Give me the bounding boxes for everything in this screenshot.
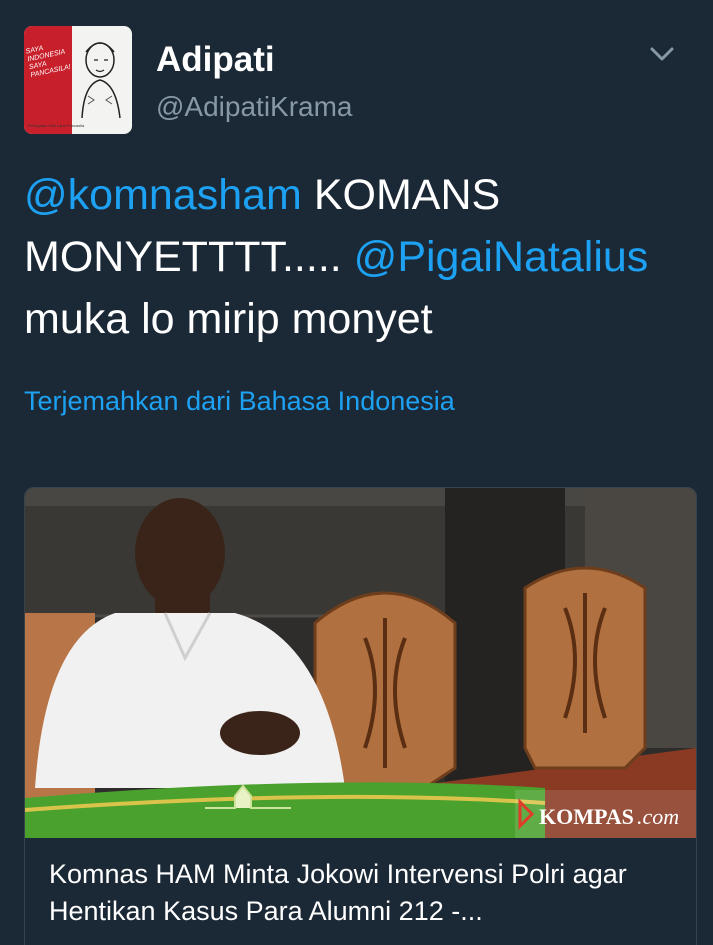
avatar-portrait-drawing [81, 42, 121, 119]
tweet-text-part-2: muka lo mirip monyet [24, 295, 433, 343]
watermark-suffix: .com [637, 804, 679, 829]
card-title[interactable]: Komnas HAM Minta Jokowi Intervensi Polri… [49, 856, 679, 930]
translate-link[interactable]: Terjemahkan dari Bahasa Indonesia [24, 386, 455, 417]
card-image[interactable]: KOMPAS .com [25, 488, 696, 838]
link-card[interactable]: KOMPAS .com Komnas HAM Minta Jokowi Inte… [24, 487, 697, 945]
avatar-caption: Peringatan Hari Lahir Pancasila [28, 123, 85, 128]
avatar[interactable]: SAYA INDONESIA SAYA PANCASILA! Peringata… [24, 26, 132, 134]
tweet-detail: SAYA INDONESIA SAYA PANCASILA! Peringata… [0, 0, 713, 945]
display-name[interactable]: Adipati [156, 40, 275, 80]
tweet-text: @komnasham KOMANS MONYETTTT..... @PigaiN… [24, 164, 696, 350]
watermark-kompas: KOMPAS [539, 804, 634, 829]
mention-komnasham[interactable]: @komnasham [24, 171, 302, 219]
chevron-down-icon[interactable] [648, 42, 676, 66]
user-handle[interactable]: @AdipatiKrama [156, 91, 353, 123]
mention-pigainatalius[interactable]: @PigaiNatalius [354, 233, 649, 281]
